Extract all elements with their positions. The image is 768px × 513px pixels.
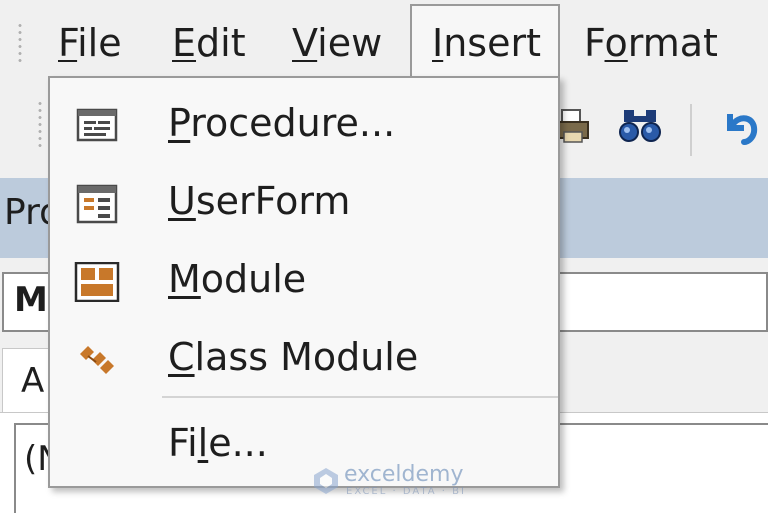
undo-icon[interactable]: [722, 106, 762, 146]
menu-format[interactable]: Format: [584, 18, 718, 68]
menu-item-file-text-pre: Fi: [168, 421, 198, 465]
class-module-icon: [74, 340, 120, 380]
tab-alphabetic-label: A: [21, 361, 45, 401]
menu-item-procedure-text: rocedure...: [190, 101, 396, 145]
menu-edit-mnemonic: E: [172, 21, 197, 65]
menu-item-userform-mnemonic: U: [168, 179, 196, 223]
menu-item-module[interactable]: Module: [50, 242, 558, 320]
menu-item-class-module-label: Class Module: [168, 332, 418, 382]
menu-view[interactable]: View: [292, 18, 382, 68]
menu-item-userform-text: serForm: [195, 179, 351, 223]
insert-dropdown-menu: Procedure... UserForm Module Class Modul…: [48, 76, 560, 488]
userform-icon: [74, 184, 120, 224]
menu-file[interactable]: File: [58, 18, 122, 68]
menu-item-file[interactable]: File...: [50, 406, 558, 484]
find-binoculars-icon[interactable]: [618, 106, 664, 146]
menubar-grip[interactable]: [18, 22, 22, 64]
menu-file-label: ile: [77, 21, 122, 65]
menu-item-file-mnemonic: l: [197, 421, 209, 465]
watermark-tagline: EXCEL · DATA · BI: [346, 486, 466, 497]
menu-bar: File Edit View Insert Format: [0, 0, 768, 82]
menu-item-procedure-mnemonic: P: [168, 101, 191, 145]
toolbar-grip[interactable]: [38, 100, 42, 150]
menu-file-mnemonic: F: [58, 21, 78, 65]
menu-item-userform[interactable]: UserForm: [50, 164, 558, 242]
menu-insert-mnemonic: I: [432, 21, 444, 65]
menu-view-mnemonic: V: [292, 21, 318, 65]
menu-separator: [162, 396, 558, 398]
menu-item-module-mnemonic: M: [168, 257, 201, 301]
menu-insert[interactable]: Insert: [432, 18, 541, 68]
menu-view-label: iew: [317, 21, 383, 65]
menu-item-procedure[interactable]: Procedure...: [50, 86, 558, 164]
menu-item-module-text: odule: [200, 257, 307, 301]
menu-item-file-label: File...: [168, 418, 268, 468]
menu-format-label-pre: F: [584, 21, 605, 65]
module-icon: [74, 261, 120, 303]
menu-format-label: rmat: [627, 21, 718, 65]
exceldemy-logo-icon: [314, 468, 338, 494]
menu-edit[interactable]: Edit: [172, 18, 246, 68]
menu-insert-label: nsert: [443, 21, 542, 65]
procedure-icon: [74, 106, 120, 146]
menu-item-class-module-text: lass Module: [194, 335, 419, 379]
menu-item-file-text: e...: [208, 421, 268, 465]
toolbar-separator: [690, 104, 692, 156]
watermark-name: exceldemy: [344, 462, 464, 487]
menu-item-class-module[interactable]: Class Module: [50, 320, 558, 398]
menu-item-userform-label: UserForm: [168, 176, 350, 226]
menu-item-class-module-mnemonic: C: [168, 335, 195, 379]
menu-edit-label: dit: [196, 21, 246, 65]
menu-item-module-label: Module: [168, 254, 306, 304]
menu-item-procedure-label: Procedure...: [168, 98, 395, 148]
menu-format-mnemonic: o: [604, 21, 628, 65]
print-icon[interactable]: [556, 106, 592, 146]
